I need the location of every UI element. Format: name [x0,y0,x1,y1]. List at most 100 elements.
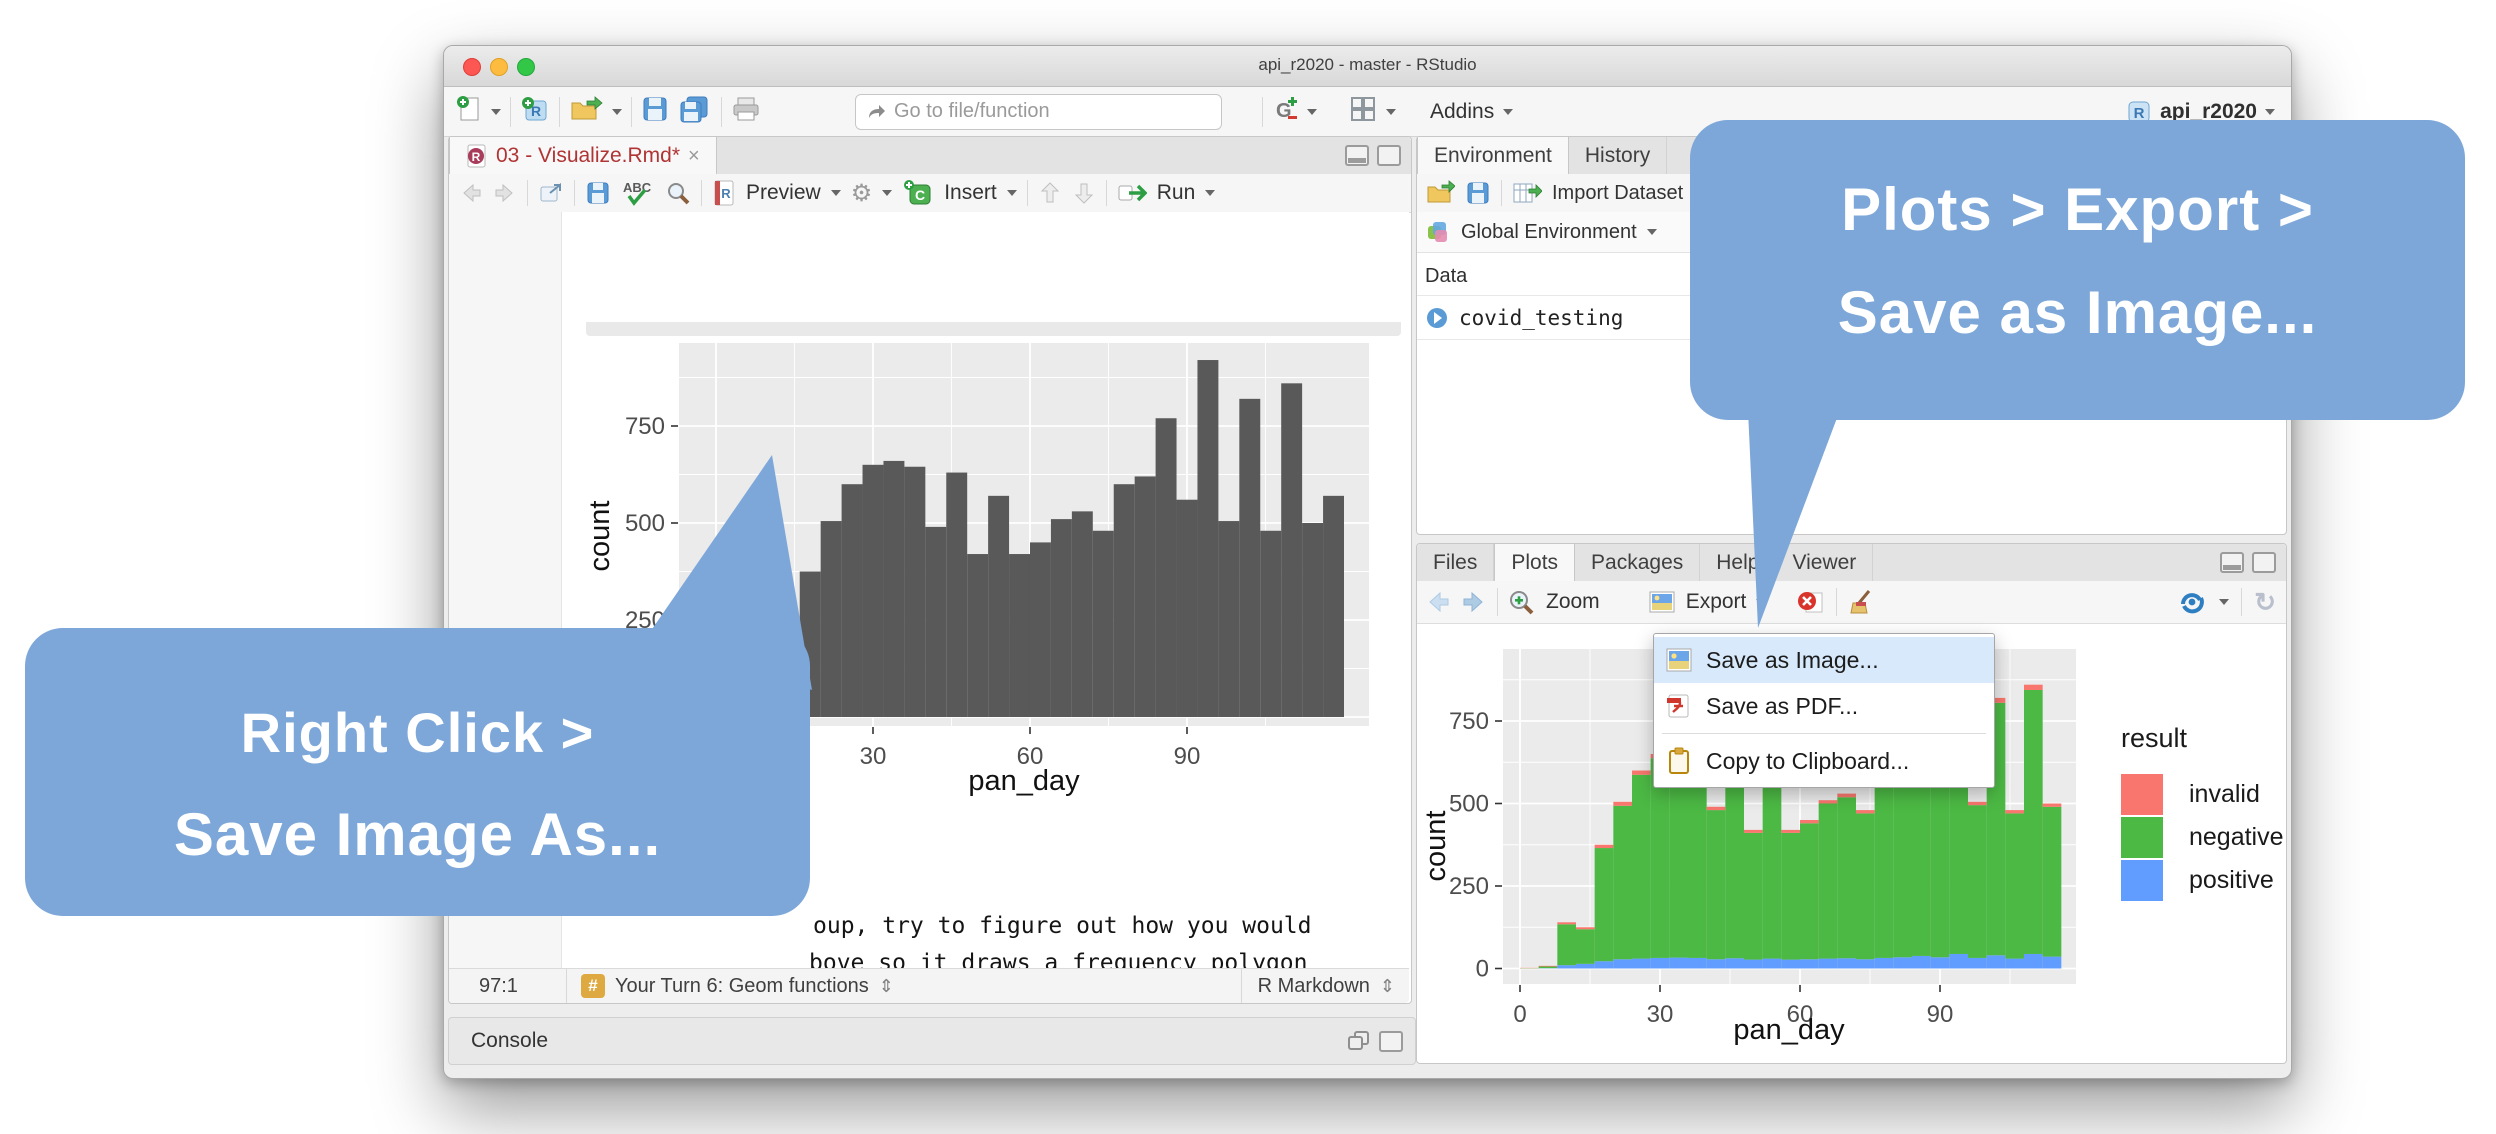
maximize-pane-icon[interactable] [2252,552,2276,573]
refresh-icon[interactable]: ↻ [2254,587,2276,618]
svg-text:750: 750 [625,413,665,440]
find-icon[interactable] [665,180,691,206]
run-button[interactable]: Run [1157,181,1196,205]
editor-tabbar: R 03 - Visualize.Rmd* × [449,137,1411,175]
legend-label: positive [2189,866,2274,895]
editor-text-line: bove so it draws a frequency polygon [809,950,1308,969]
tab-environment[interactable]: Environment [1417,137,1569,175]
forward-icon[interactable] [493,182,517,204]
svg-text:0: 0 [1476,956,1489,983]
addins-caret[interactable] [1503,109,1513,115]
svg-text:C: C [915,187,925,203]
insert-button[interactable]: Insert [944,181,997,205]
close-icon[interactable]: × [688,145,700,168]
workspace-panes-caret[interactable] [1386,109,1396,115]
new-project-icon[interactable]: R [520,95,550,128]
minimize-pane-icon[interactable] [2220,552,2244,573]
svg-text:ABC: ABC [623,180,652,195]
editor-text-line: oup, try to figure out how you would [813,913,1312,939]
svg-text:750: 750 [1449,708,1489,735]
run-caret[interactable] [1205,190,1215,196]
preview-caret[interactable] [831,190,841,196]
go-up-icon[interactable] [1038,180,1062,206]
import-dataset-button[interactable]: Import Dataset [1552,182,1683,205]
spellcheck-icon[interactable]: ABC [621,178,655,208]
menu-item-save-as-pdf[interactable]: Save as PDF... [1654,683,1994,729]
publish-icon[interactable] [2177,589,2207,615]
run-icon[interactable] [1117,181,1147,205]
tab-plots[interactable]: Plots [1494,544,1575,582]
divider [631,97,632,127]
tab-history[interactable]: History [1569,137,1667,174]
image-icon [1666,648,1692,672]
workspace-panes-icon[interactable] [1349,95,1377,128]
zoom-plot-icon[interactable] [1508,589,1536,615]
editor-tab-label: 03 - Visualize.Rmd* [496,144,680,168]
legend-label: negative [2189,823,2284,852]
console-title: Console [471,1029,548,1053]
version-control-icon[interactable]: G [1272,94,1298,129]
svg-text:30: 30 [1647,1001,1674,1028]
export-dropdown-menu: Save as Image... Save as PDF... Copy to … [1653,633,1995,788]
save-workspace-icon[interactable] [1465,180,1491,206]
svg-text:30: 30 [860,743,887,770]
goto-placeholder: Go to file/function [894,100,1050,123]
file-type-selector[interactable]: R Markdown ⇕ [1241,969,1409,1003]
insert-caret[interactable] [1007,190,1017,196]
go-down-icon[interactable] [1072,180,1096,206]
maximize-console-icon[interactable] [1379,1031,1403,1052]
open-file-caret[interactable] [612,109,622,115]
open-file-icon[interactable] [569,95,603,128]
editor-toolbar: ABC R Preview ⚙ C Insert Run [449,174,1411,213]
new-file-caret[interactable] [491,109,501,115]
gear-icon[interactable]: ⚙ [851,179,873,208]
save-all-icon[interactable] [678,95,712,128]
tab-packages[interactable]: Packages [1575,544,1700,581]
plot-legend: result invalidnegativepositive [2121,723,2284,901]
svg-text:count: count [1421,811,1452,882]
export-plot-icon[interactable] [1648,590,1676,614]
save-icon[interactable] [641,95,669,128]
right-callout: Plots > Export > Save as Image... [1690,120,2465,420]
restore-panes-icon[interactable] [1347,1030,1371,1052]
section-selector[interactable]: # Your Turn 6: Geom functions ⇕ [581,974,894,998]
new-file-icon[interactable] [456,95,482,128]
editor-statusbar: 97:1 # Your Turn 6: Geom functions ⇕ R M… [449,968,1409,1003]
divider [721,97,722,127]
callout-text: Save Image As... [25,800,810,869]
expand-object-icon[interactable] [1425,306,1449,330]
callout-text: Right Click > [25,700,810,765]
divider [1262,97,1263,127]
previous-plot-icon[interactable] [1425,590,1451,614]
import-dataset-icon[interactable] [1512,180,1542,206]
svg-text:250: 250 [1449,873,1489,900]
tab-files[interactable]: Files [1417,544,1494,581]
section-updown-icon: ⇕ [879,976,894,997]
next-plot-icon[interactable] [1461,590,1487,614]
back-icon[interactable] [459,182,483,204]
preview-button[interactable]: Preview [746,181,821,205]
save-icon[interactable] [585,180,611,206]
zoom-button[interactable]: Zoom [1546,590,1600,614]
svg-text:0: 0 [1513,1001,1526,1028]
console-pane-header[interactable]: Console [448,1017,1416,1065]
publish-caret[interactable] [2219,599,2229,605]
window-title: api_r2020 - master - RStudio [444,55,2291,75]
print-icon[interactable] [731,95,761,128]
goto-file-input[interactable]: Go to file/function [855,94,1222,130]
menu-label: Save as Image... [1706,647,1879,674]
object-name: covid_testing [1459,306,1623,330]
menu-item-save-as-image[interactable]: Save as Image... [1654,637,1994,683]
chunk-options-caret[interactable] [882,190,892,196]
addins-button[interactable]: Addins [1430,100,1494,124]
open-in-window-icon[interactable] [538,181,564,205]
tab-visualize-rmd[interactable]: R 03 - Visualize.Rmd* × [449,137,717,175]
minimize-pane-icon[interactable] [1345,145,1369,166]
load-workspace-icon[interactable] [1425,180,1455,206]
maximize-pane-icon[interactable] [1377,145,1401,166]
left-callout: Right Click > Save Image As... [25,628,810,916]
insert-chunk-icon[interactable]: C [902,179,934,207]
version-control-caret[interactable] [1307,109,1317,115]
menu-label: Copy to Clipboard... [1706,748,1909,775]
menu-item-copy-to-clipboard[interactable]: Copy to Clipboard... [1654,738,1994,784]
